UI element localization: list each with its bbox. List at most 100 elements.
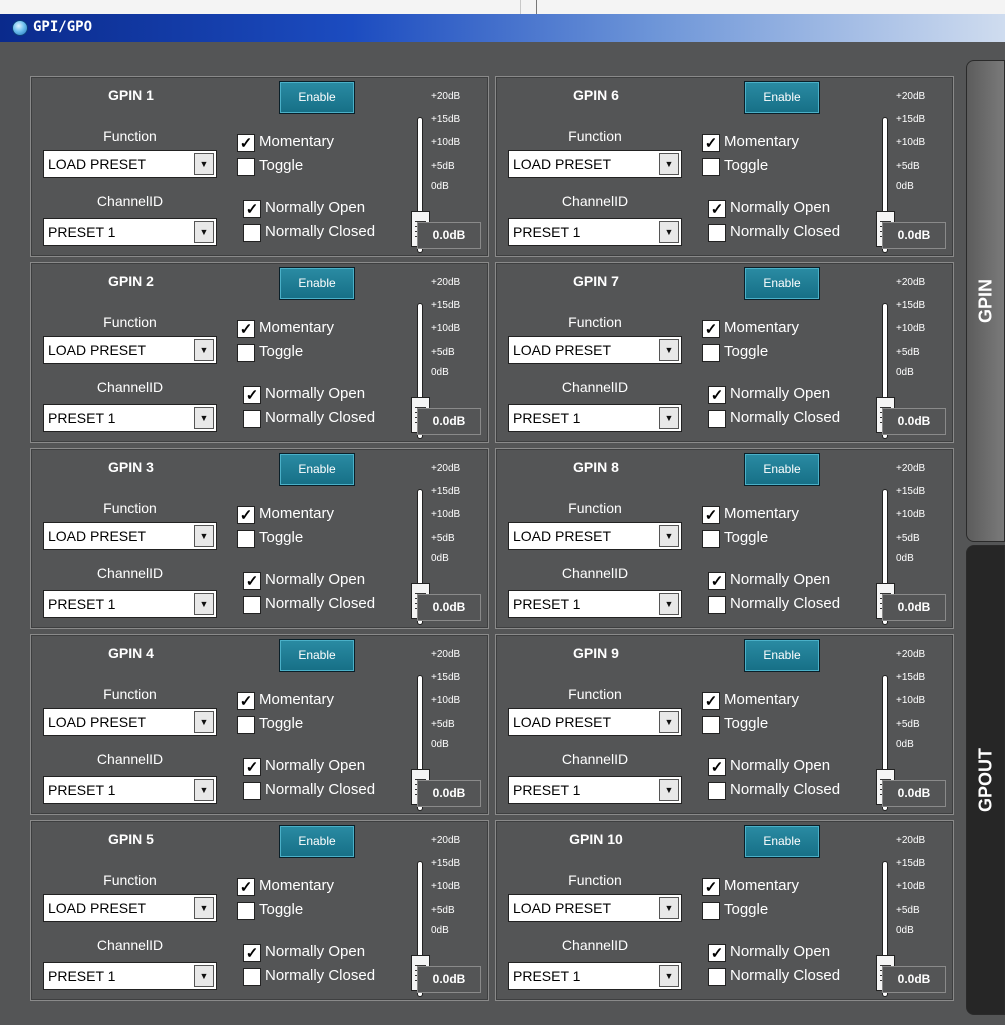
- function-select[interactable]: LOAD PRESET ▼: [43, 708, 217, 736]
- chevron-down-icon[interactable]: ▼: [659, 897, 679, 919]
- tab-gpin[interactable]: GPIN: [966, 60, 1005, 542]
- chevron-down-icon[interactable]: ▼: [194, 711, 214, 733]
- function-select[interactable]: LOAD PRESET ▼: [508, 894, 682, 922]
- function-select[interactable]: LOAD PRESET ▼: [508, 150, 682, 178]
- channelid-select[interactable]: PRESET 1 ▼: [43, 776, 217, 804]
- checkbox-box[interactable]: [708, 782, 726, 800]
- checkbox-box[interactable]: [237, 902, 255, 920]
- chevron-down-icon[interactable]: ▼: [194, 339, 214, 361]
- enable-button[interactable]: Enable: [744, 453, 820, 486]
- tick-label: 0dB: [896, 739, 914, 750]
- checkbox-box[interactable]: [237, 530, 255, 548]
- function-select[interactable]: LOAD PRESET ▼: [43, 894, 217, 922]
- checkbox-box[interactable]: ✓: [237, 692, 255, 710]
- function-select[interactable]: LOAD PRESET ▼: [43, 336, 217, 364]
- enable-button[interactable]: Enable: [744, 81, 820, 114]
- enable-button[interactable]: Enable: [279, 825, 355, 858]
- chevron-down-icon[interactable]: ▼: [659, 153, 679, 175]
- function-select[interactable]: LOAD PRESET ▼: [43, 522, 217, 550]
- chevron-down-icon[interactable]: ▼: [659, 593, 679, 615]
- checkbox-box[interactable]: [702, 344, 720, 362]
- channelid-select[interactable]: PRESET 1 ▼: [43, 962, 217, 990]
- chevron-down-icon[interactable]: ▼: [194, 153, 214, 175]
- chevron-down-icon[interactable]: ▼: [194, 593, 214, 615]
- checkbox-box[interactable]: ✓: [702, 692, 720, 710]
- checkbox-box[interactable]: ✓: [237, 506, 255, 524]
- tick-label: 0dB: [896, 925, 914, 936]
- channelid-select[interactable]: PRESET 1 ▼: [508, 962, 682, 990]
- checkbox-box[interactable]: ✓: [237, 878, 255, 896]
- checkbox-box[interactable]: ✓: [237, 134, 255, 152]
- chevron-down-icon[interactable]: ▼: [194, 965, 214, 987]
- chevron-down-icon[interactable]: ▼: [194, 407, 214, 429]
- checkbox-box[interactable]: ✓: [702, 506, 720, 524]
- enable-button[interactable]: Enable: [279, 453, 355, 486]
- function-select[interactable]: LOAD PRESET ▼: [508, 522, 682, 550]
- checkbox-box[interactable]: [243, 410, 261, 428]
- checkbox-box[interactable]: [708, 596, 726, 614]
- checkbox-box[interactable]: ✓: [702, 878, 720, 896]
- function-select[interactable]: LOAD PRESET ▼: [508, 336, 682, 364]
- checkbox-box[interactable]: [702, 530, 720, 548]
- channelid-select[interactable]: PRESET 1 ▼: [508, 404, 682, 432]
- checkbox-box[interactable]: [702, 158, 720, 176]
- chevron-down-icon[interactable]: ▼: [194, 779, 214, 801]
- checkbox-box[interactable]: [237, 158, 255, 176]
- chevron-down-icon[interactable]: ▼: [659, 965, 679, 987]
- function-select[interactable]: LOAD PRESET ▼: [508, 708, 682, 736]
- checkbox-box[interactable]: [237, 716, 255, 734]
- checkbox-box[interactable]: [708, 224, 726, 242]
- channelid-select[interactable]: PRESET 1 ▼: [43, 404, 217, 432]
- enable-button[interactable]: Enable: [279, 639, 355, 672]
- chevron-down-icon[interactable]: ▼: [194, 525, 214, 547]
- checkbox-box[interactable]: ✓: [243, 572, 261, 590]
- chevron-down-icon[interactable]: ▼: [659, 221, 679, 243]
- channelid-select[interactable]: PRESET 1 ▼: [508, 590, 682, 618]
- tick-label: 0dB: [431, 925, 449, 936]
- checkbox-box[interactable]: [243, 224, 261, 242]
- enable-button[interactable]: Enable: [744, 825, 820, 858]
- checkbox-box[interactable]: [708, 968, 726, 986]
- function-select[interactable]: LOAD PRESET ▼: [43, 150, 217, 178]
- channelid-select[interactable]: PRESET 1 ▼: [508, 218, 682, 246]
- chevron-down-icon[interactable]: ▼: [659, 525, 679, 547]
- checkbox-box[interactable]: ✓: [708, 944, 726, 962]
- checkbox-box[interactable]: ✓: [702, 134, 720, 152]
- gain-readout: 0.0dB: [417, 594, 481, 621]
- enable-button[interactable]: Enable: [744, 267, 820, 300]
- channelid-select[interactable]: PRESET 1 ▼: [508, 776, 682, 804]
- checkbox-box[interactable]: [708, 410, 726, 428]
- checkbox-box[interactable]: ✓: [243, 944, 261, 962]
- checkbox-box[interactable]: ✓: [708, 386, 726, 404]
- checkbox-box[interactable]: ✓: [708, 758, 726, 776]
- checkbox-box[interactable]: ✓: [702, 320, 720, 338]
- enable-button[interactable]: Enable: [744, 639, 820, 672]
- checkbox-box[interactable]: [243, 596, 261, 614]
- checkbox-box[interactable]: [702, 902, 720, 920]
- chevron-down-icon[interactable]: ▼: [659, 339, 679, 361]
- checkbox-box[interactable]: ✓: [708, 200, 726, 218]
- gain-readout: 0.0dB: [882, 966, 946, 993]
- checkbox-box[interactable]: [243, 782, 261, 800]
- chevron-down-icon[interactable]: ▼: [659, 407, 679, 429]
- checkbox-box[interactable]: [702, 716, 720, 734]
- checkbox-box[interactable]: [237, 344, 255, 362]
- chevron-down-icon[interactable]: ▼: [194, 897, 214, 919]
- enable-button[interactable]: Enable: [279, 267, 355, 300]
- function-label: Function: [568, 128, 622, 144]
- tab-gpout[interactable]: GPOUT: [966, 545, 1005, 1015]
- checkbox-box[interactable]: ✓: [237, 320, 255, 338]
- checkbox-box[interactable]: ✓: [243, 758, 261, 776]
- chevron-down-icon[interactable]: ▼: [659, 711, 679, 733]
- channelid-select[interactable]: PRESET 1 ▼: [43, 590, 217, 618]
- checkbox-box[interactable]: ✓: [708, 572, 726, 590]
- chevron-down-icon[interactable]: ▼: [194, 221, 214, 243]
- checkbox-box[interactable]: [243, 968, 261, 986]
- chevron-down-icon[interactable]: ▼: [659, 779, 679, 801]
- normally-open-label: Normally Open: [730, 385, 831, 402]
- checkbox-box[interactable]: ✓: [243, 386, 261, 404]
- checkbox-box[interactable]: ✓: [243, 200, 261, 218]
- channelid-select[interactable]: PRESET 1 ▼: [43, 218, 217, 246]
- title-bar[interactable]: GPI/GPO: [0, 14, 1005, 42]
- enable-button[interactable]: Enable: [279, 81, 355, 114]
